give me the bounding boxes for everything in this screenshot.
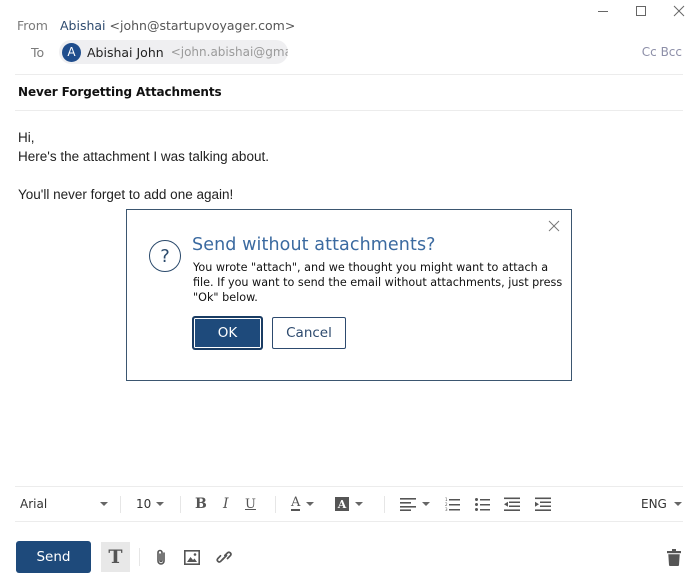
language-value: ENG [641, 497, 667, 511]
discard-button[interactable] [665, 546, 683, 568]
bold-icon: B [195, 496, 207, 512]
separator [139, 548, 140, 566]
attach-file-button[interactable] [151, 546, 171, 568]
subject-field[interactable]: Never Forgetting Attachments [18, 85, 222, 99]
numbered-list-icon: 123 [445, 497, 460, 511]
cc-bcc-link[interactable]: Cc Bcc [642, 45, 682, 59]
link-icon [215, 550, 232, 563]
text-color-icon: A [291, 495, 301, 511]
italic-icon: I [223, 496, 229, 512]
body-line [18, 166, 269, 185]
avatar: A [62, 42, 81, 62]
align-button[interactable] [400, 487, 432, 521]
separator [384, 496, 385, 513]
separator [275, 496, 276, 513]
from-name: Abishai [60, 17, 106, 33]
message-body[interactable]: Hi, Here's the attachment I was talking … [18, 128, 269, 204]
svg-text:3: 3 [445, 507, 448, 511]
chevron-down-icon [422, 502, 430, 506]
separator [120, 496, 121, 513]
underline-icon: U [245, 496, 256, 512]
highlight-color-button[interactable]: A [335, 487, 367, 521]
bulleted-list-button[interactable] [475, 487, 491, 521]
image-icon [184, 549, 200, 565]
attachment-reminder-dialog: ? Send without attachments? You wrote "a… [126, 209, 572, 381]
font-family-value: Arial [20, 497, 48, 511]
trash-icon [667, 548, 681, 566]
font-family-select[interactable]: Arial [20, 487, 110, 521]
ok-button[interactable]: OK [193, 317, 262, 349]
underline-button[interactable]: U [245, 487, 261, 521]
from-email: <john@startupvoyager.com> [109, 17, 296, 33]
separator [180, 496, 181, 513]
body-line: You'll never forget to add one again! [18, 187, 234, 202]
from-sender[interactable]: Abishai <john@startupvoyager.com> [60, 18, 295, 33]
bold-button[interactable]: B [195, 487, 211, 521]
dialog-message: You wrote "attach", and we thought you m… [193, 261, 563, 304]
chevron-down-icon [100, 502, 108, 506]
question-icon: ? [149, 240, 181, 272]
align-icon [400, 498, 416, 511]
close-icon [548, 220, 560, 232]
dialog-title: Send without attachments? [192, 235, 436, 255]
format-toggle-icon: T [108, 546, 123, 568]
chevron-down-icon [156, 502, 164, 506]
to-label: To [31, 44, 45, 60]
divider [15, 74, 683, 75]
chevron-down-icon [306, 502, 315, 506]
language-select[interactable]: ENG [641, 487, 683, 521]
insert-link-button[interactable] [214, 546, 234, 568]
formatting-toolbar: Arial 10 B I U A A 123 ENG [15, 486, 683, 522]
recipient-chip[interactable]: A Abishai John <john.abishai@gma... [59, 40, 288, 64]
bulleted-list-icon [475, 498, 490, 511]
text-color-button[interactable]: A [291, 487, 321, 521]
font-size-select[interactable]: 10 [136, 487, 168, 521]
body-line: Hi, [18, 130, 35, 145]
font-size-value: 10 [136, 497, 152, 511]
numbered-list-button[interactable]: 123 [445, 487, 461, 521]
chevron-down-icon [355, 502, 363, 506]
outdent-icon [504, 497, 520, 511]
recipient-email: <john.abishai@gma... [170, 45, 288, 59]
chevron-down-icon [673, 502, 682, 506]
dialog-close-button[interactable] [547, 218, 561, 232]
indent-icon [535, 497, 551, 511]
italic-button[interactable]: I [223, 487, 235, 521]
format-toggle-button[interactable]: T [101, 542, 130, 572]
send-button[interactable]: Send [16, 541, 91, 573]
highlight-color-icon: A [335, 497, 349, 511]
indent-button[interactable] [535, 487, 551, 521]
recipient-name: Abishai John [87, 44, 164, 60]
to-row: To A Abishai John <john.abishai@gma... [0, 40, 698, 64]
body-line: Here's the attachment I was talking abou… [18, 149, 269, 164]
divider [15, 110, 683, 111]
cancel-button[interactable]: Cancel [272, 317, 346, 349]
from-label: From [17, 17, 48, 33]
attachment-icon [157, 549, 165, 565]
from-row: From Abishai <john@startupvoyager.com> [0, 16, 698, 34]
outdent-button[interactable] [504, 487, 520, 521]
insert-image-button[interactable] [182, 546, 202, 568]
